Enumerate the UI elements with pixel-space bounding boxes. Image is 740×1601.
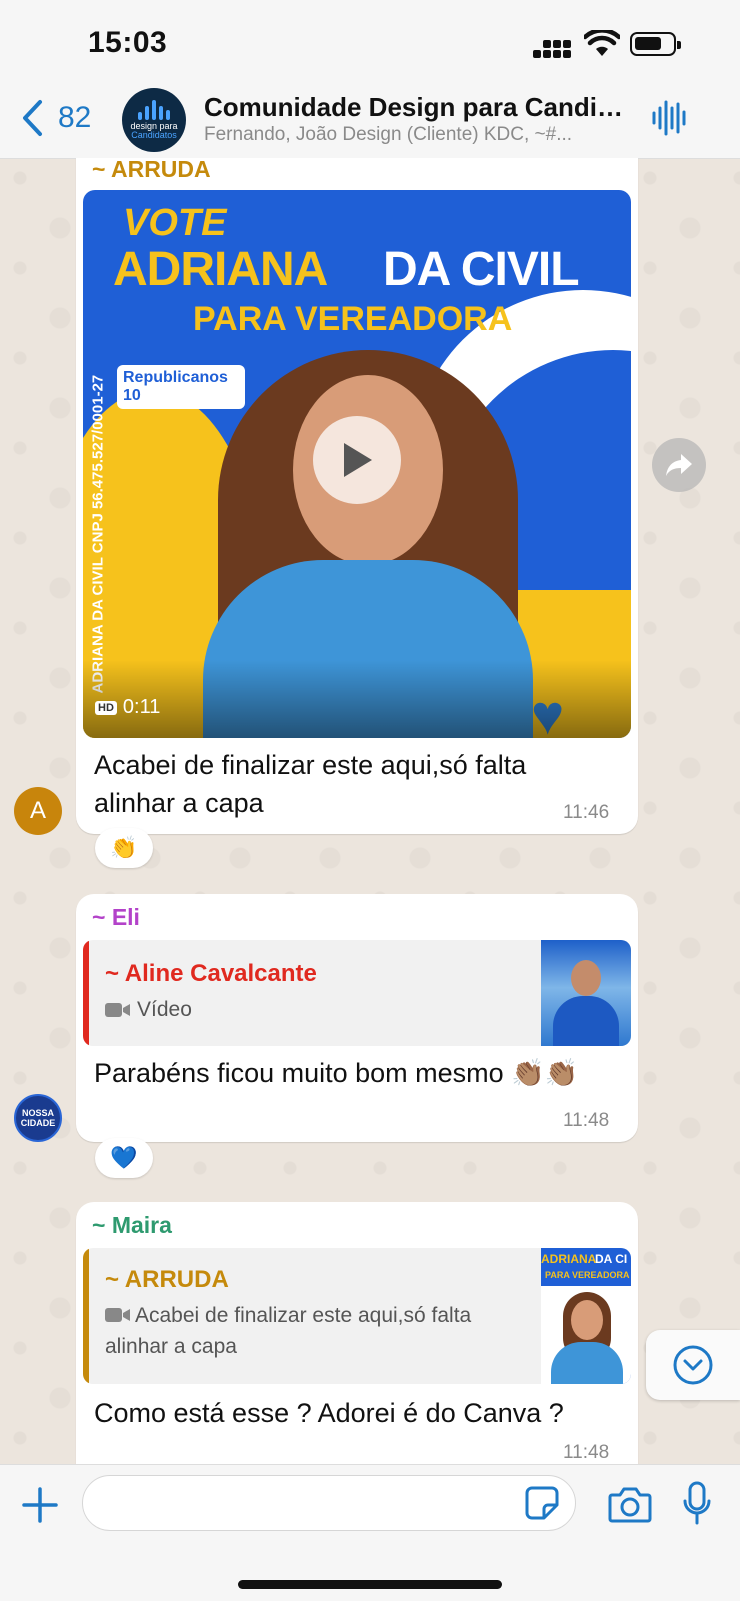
thumb-body	[551, 1342, 623, 1384]
message-text: Acabei de finalizar este aqui,só falta a…	[94, 750, 527, 818]
quoted-message[interactable]: ~ Aline Cavalcante Vídeo	[83, 940, 631, 1046]
group-title[interactable]: Comunidade Design para Candidatos	[204, 92, 624, 123]
cellular-signal-icon	[533, 40, 573, 58]
message-reaction[interactable]: 💙	[95, 1138, 153, 1178]
thumb-role: PARA VEREADORA	[545, 1270, 630, 1280]
status-time: 15:03	[88, 26, 168, 59]
poster-cnpj: ADRIANA DA CIVIL CNPJ 56.475.527/0001-27	[89, 374, 107, 694]
quoted-content: Acabei de finalizar este aqui,só falta a…	[105, 1300, 525, 1362]
quoted-sender: ~ ARRUDA	[105, 1266, 229, 1293]
forward-button[interactable]	[652, 438, 706, 492]
message-time: 11:48	[563, 1442, 610, 1463]
video-camera-icon	[105, 1308, 130, 1322]
video-shade	[83, 660, 631, 738]
thumb-face	[571, 960, 601, 996]
message-sender[interactable]: ~ Eli	[92, 904, 140, 931]
video-message[interactable]: VOTE ADRIANA DA CIVIL PARA VEREADORA Rep…	[83, 190, 631, 738]
group-members[interactable]: Fernando, João Design (Cliente) KDC, ~#.…	[204, 124, 624, 146]
battery-icon	[630, 32, 681, 56]
microphone-icon[interactable]	[682, 1481, 712, 1525]
quoted-type: Vídeo	[137, 998, 192, 1021]
sticker-icon[interactable]	[524, 1485, 560, 1521]
message-text: Parabéns ficou muito bom mesmo 👏🏽👏🏽	[94, 1058, 579, 1088]
sender-avatar[interactable]: A	[14, 787, 62, 835]
group-avatar-text-2: Candidatos	[131, 130, 177, 140]
quote-bar	[83, 1248, 89, 1384]
poster-vote: VOTE	[123, 202, 227, 244]
message-reaction[interactable]: 👏	[95, 828, 153, 868]
audio-call-icon[interactable]	[650, 98, 690, 138]
message-time: 11:46	[563, 802, 610, 823]
quoted-text: Acabei de finalizar este aqui,só falta a…	[105, 1304, 472, 1358]
back-button[interactable]: 82	[20, 98, 91, 138]
thumb-face	[571, 1300, 603, 1340]
plus-icon[interactable]	[20, 1485, 60, 1525]
quoted-thumbnail: ADRIANA DA CI PARA VEREADORA	[541, 1248, 631, 1384]
group-avatar[interactable]: design para Candidatos	[122, 88, 186, 152]
play-button[interactable]	[313, 416, 401, 504]
poster-party: Republicanos 10	[117, 365, 245, 409]
video-duration: 0:11	[122, 696, 161, 718]
bars-logo-icon	[138, 100, 170, 120]
unread-count: 82	[58, 101, 92, 134]
thumb-body	[553, 996, 619, 1046]
status-bar: 15:03	[0, 0, 740, 84]
message-sender[interactable]: ~ Maira	[92, 1212, 172, 1239]
chat-header: 82 design para Candidatos Comunidade Des…	[0, 84, 740, 159]
thumb-name-2: DA CI	[595, 1252, 628, 1266]
quote-bar	[83, 940, 89, 1046]
chevron-down-circle-icon	[673, 1345, 713, 1385]
forward-icon	[666, 454, 692, 476]
poster-name-1: ADRIANA	[113, 243, 328, 296]
quoted-content: Vídeo	[105, 994, 192, 1025]
wifi-icon	[584, 30, 620, 56]
message-input[interactable]	[82, 1475, 576, 1531]
video-info: HD 0:11	[95, 696, 160, 719]
poster-role: PARA VEREADORA	[193, 300, 513, 338]
quoted-sender: ~ Aline Cavalcante	[105, 960, 317, 987]
quoted-message[interactable]: ~ ARRUDA Acabei de finalizar este aqui,s…	[83, 1248, 631, 1384]
scroll-to-bottom-button[interactable]	[646, 1330, 740, 1400]
thumb-name-1: ADRIANA	[541, 1252, 597, 1266]
video-camera-icon	[105, 1002, 130, 1017]
chevron-left-icon	[23, 100, 42, 136]
camera-icon[interactable]	[608, 1485, 652, 1523]
message-text: Como está esse ? Adorei é do Canva ?	[94, 1398, 564, 1428]
play-icon	[344, 443, 372, 477]
message-sender[interactable]: ~ ARRUDA	[92, 156, 211, 183]
sender-avatar[interactable]: NOSSA CIDADE	[14, 1094, 62, 1142]
hd-badge: HD	[95, 700, 117, 715]
home-indicator	[238, 1580, 502, 1589]
message-time: 11:48	[563, 1110, 610, 1131]
poster-name-2: DA CIVIL	[383, 243, 580, 296]
quoted-thumbnail	[541, 940, 631, 1046]
